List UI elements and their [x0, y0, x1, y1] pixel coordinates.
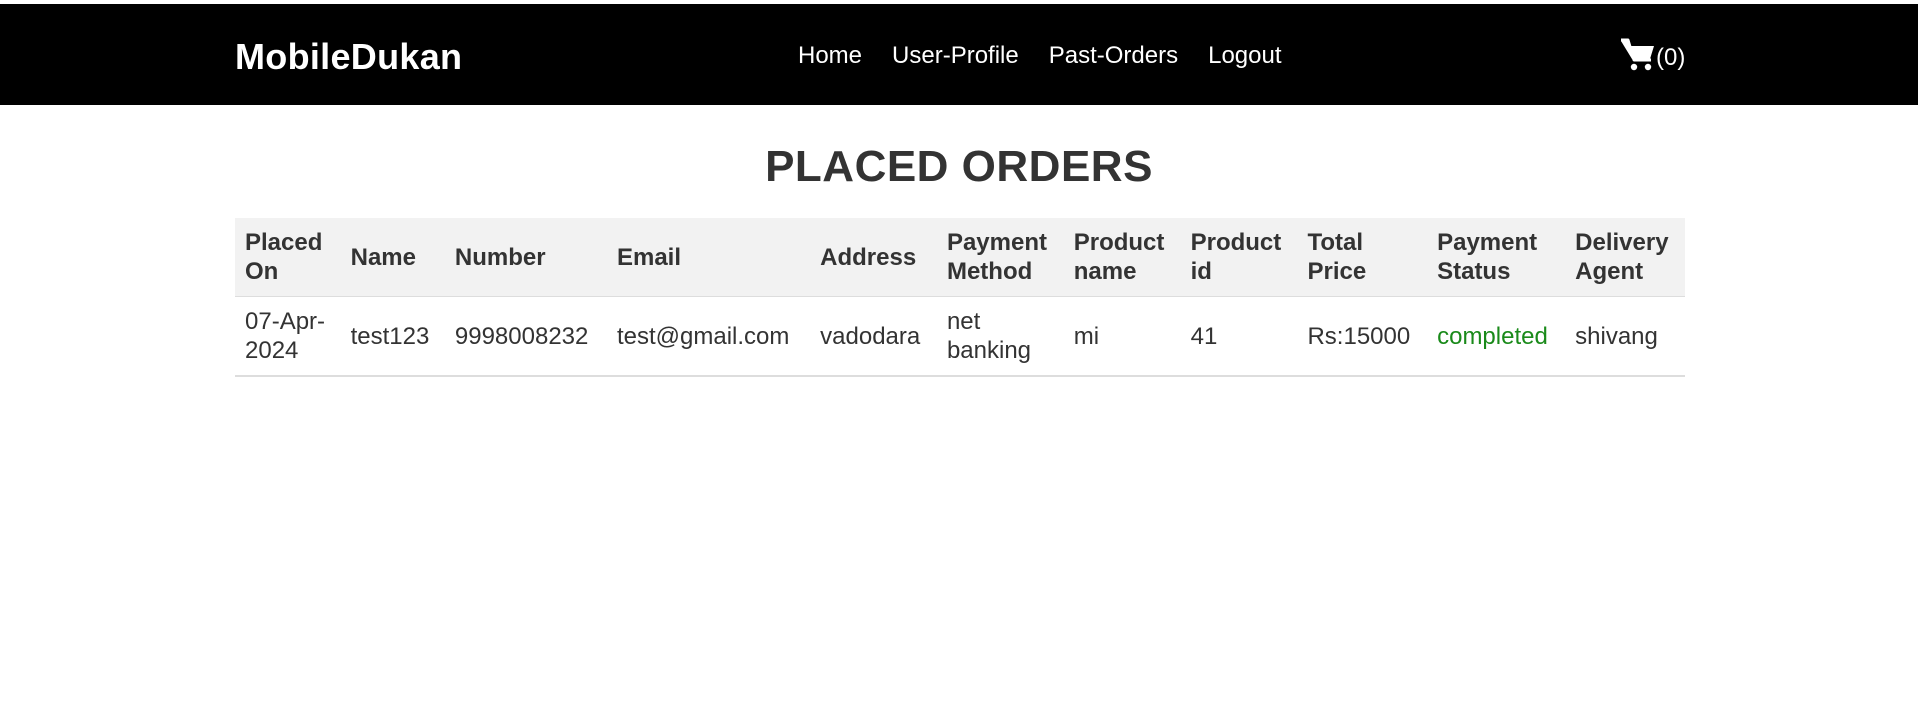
column-header-product-name: Product name [1063, 218, 1181, 297]
shopping-cart-icon [1620, 38, 1656, 72]
orders-table-container: Placed On Name Number Email Address Payme… [235, 218, 1685, 377]
cart-button[interactable]: (0) [1620, 38, 1685, 72]
nav-link-logout[interactable]: Logout [1208, 42, 1281, 70]
table-header-row: Placed On Name Number Email Address Payme… [235, 218, 1685, 297]
column-header-payment-method: Payment Method [936, 218, 1064, 297]
cell-product-name: mi [1063, 296, 1181, 377]
cell-name: test123 [340, 296, 445, 377]
cell-product-id: 41 [1180, 296, 1298, 377]
column-header-placed-on: Placed On [235, 218, 341, 297]
column-header-number: Number [444, 218, 607, 297]
nav-link-home[interactable]: Home [798, 42, 862, 70]
column-header-email: Email [606, 218, 811, 297]
column-header-delivery-agent: Delivery Agent [1565, 218, 1685, 297]
cart-count: (0) [1656, 44, 1686, 71]
nav-link-user-profile[interactable]: User-Profile [892, 42, 1019, 70]
column-header-total-price: Total Price [1297, 218, 1428, 297]
orders-table: Placed On Name Number Email Address Payme… [235, 218, 1685, 377]
cell-payment-status: completed [1427, 296, 1566, 377]
page-title: PLACED ORDERS [765, 142, 1153, 191]
column-header-product-id: Product id [1180, 218, 1298, 297]
cell-delivery-agent: shivang [1565, 296, 1685, 377]
cell-email: test@gmail.com [606, 296, 811, 377]
navbar: MobileDukan Home User-Profile Past-Order… [0, 4, 1918, 105]
column-header-name: Name [340, 218, 445, 297]
table-row: 07-Apr- 2024 test123 9998008232 test@gmai… [235, 296, 1685, 377]
cell-placed-on: 07-Apr- 2024 [235, 296, 341, 377]
column-header-address: Address [810, 218, 937, 297]
cell-address: vadodara [810, 296, 937, 377]
cell-number: 9998008232 [444, 296, 607, 377]
brand-logo[interactable]: MobileDukan [235, 36, 462, 78]
nav-links: Home User-Profile Past-Orders Logout [798, 42, 1312, 70]
cell-total-price: Rs:15000 [1297, 296, 1428, 377]
column-header-payment-status: Payment Status [1427, 218, 1566, 297]
nav-link-past-orders[interactable]: Past-Orders [1049, 42, 1178, 70]
cell-payment-method: net banking [936, 296, 1064, 377]
